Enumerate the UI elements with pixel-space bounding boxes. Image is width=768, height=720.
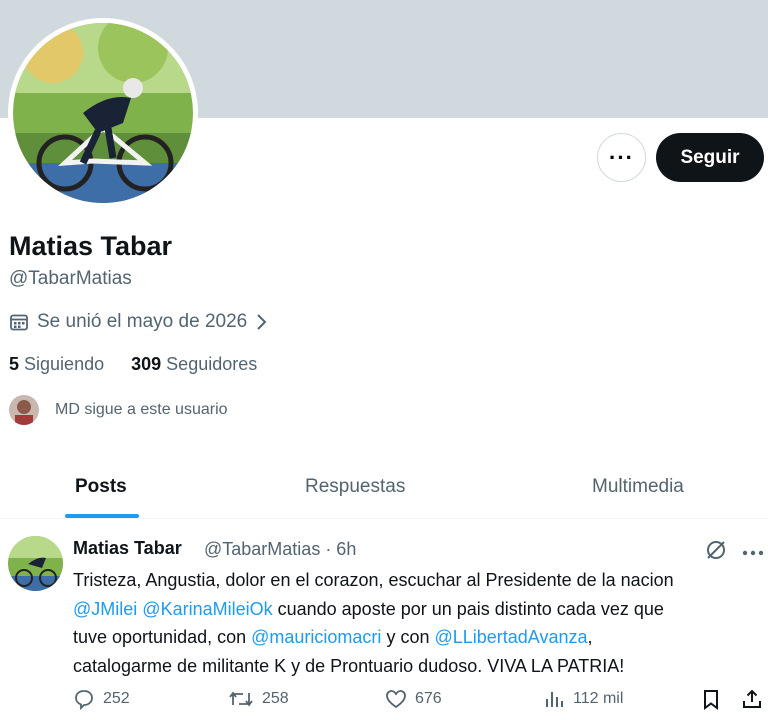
share-icon (741, 688, 763, 710)
mention-link[interactable]: @JMilei (73, 599, 137, 619)
followers-link[interactable]: 309 Seguidores (131, 354, 257, 375)
profile-avatar[interactable] (8, 18, 198, 208)
joined-date[interactable]: Se unió el mayo de 2026 (9, 311, 269, 333)
grok-icon[interactable] (704, 538, 728, 567)
tab-multimedia[interactable]: Multimedia (592, 455, 684, 519)
followed-by[interactable]: MD sigue a este usuario (9, 395, 228, 425)
post-author-avatar[interactable] (8, 536, 63, 591)
repost-icon (228, 688, 254, 710)
heart-icon (385, 688, 407, 710)
analytics-icon (543, 688, 565, 710)
chevron-right-icon (255, 312, 269, 332)
post-author-name[interactable]: Matias Tabar (73, 538, 182, 559)
post-text-line: tuve oportunidad, con @mauriciomacri y c… (73, 627, 593, 647)
share-button[interactable] (741, 688, 763, 710)
post-text-line: @JMilei @KarinaMileiOk cuando aposte por… (73, 598, 664, 619)
reply-icon (73, 688, 95, 710)
active-tab-indicator (65, 514, 139, 518)
avatar-photo (13, 23, 193, 203)
followed-by-label: MD sigue a este usuario (55, 401, 228, 418)
post-text-line: catalogarme de militante K y de Prontuar… (73, 655, 625, 676)
mention-link[interactable]: @LLibertadAvanza (434, 627, 587, 647)
reply-button[interactable]: 252 (73, 688, 130, 710)
following-link[interactable]: 5 Siguiendo (9, 354, 104, 375)
more-options-button[interactable]: ··· (597, 133, 646, 182)
post-text-line: Tristeza, Angustia, dolor en el corazon,… (73, 570, 674, 590)
mention-link[interactable]: @KarinaMileiOk (142, 599, 272, 619)
post-actions: 252 258 676 112 mil (73, 688, 768, 718)
repost-button[interactable]: 258 (228, 688, 289, 710)
profile-display-name: Matias Tabar (9, 231, 173, 261)
calendar-icon (9, 312, 29, 332)
follow-button[interactable]: Seguir (656, 133, 764, 182)
post-handle-time: @TabarMatias · 6h (204, 539, 357, 559)
like-button[interactable]: 676 (385, 688, 442, 710)
profile-handle: @TabarMatias (9, 268, 132, 289)
post-text: Tristeza, Angustia, dolor en el corazon,… (73, 566, 763, 680)
bookmark-icon (701, 688, 721, 710)
bookmark-button[interactable] (701, 688, 721, 710)
joined-label: Se unió el mayo de 2026 (37, 311, 248, 332)
profile-tabs: Posts Respuestas Multimedia (0, 455, 768, 519)
tab-respuestas[interactable]: Respuestas (305, 455, 405, 519)
tab-posts[interactable]: Posts (75, 455, 127, 519)
follower-avatar (9, 395, 39, 425)
follow-stats: 5 Siguiendo 309 Seguidores (9, 354, 257, 375)
post-item[interactable]: Matias Tabar @TabarMatias · 6h Tristeza,… (0, 520, 768, 720)
mention-link[interactable]: @mauriciomacri (251, 627, 381, 647)
views-button[interactable]: 112 mil (543, 688, 623, 710)
post-more-icon[interactable] (742, 544, 764, 562)
